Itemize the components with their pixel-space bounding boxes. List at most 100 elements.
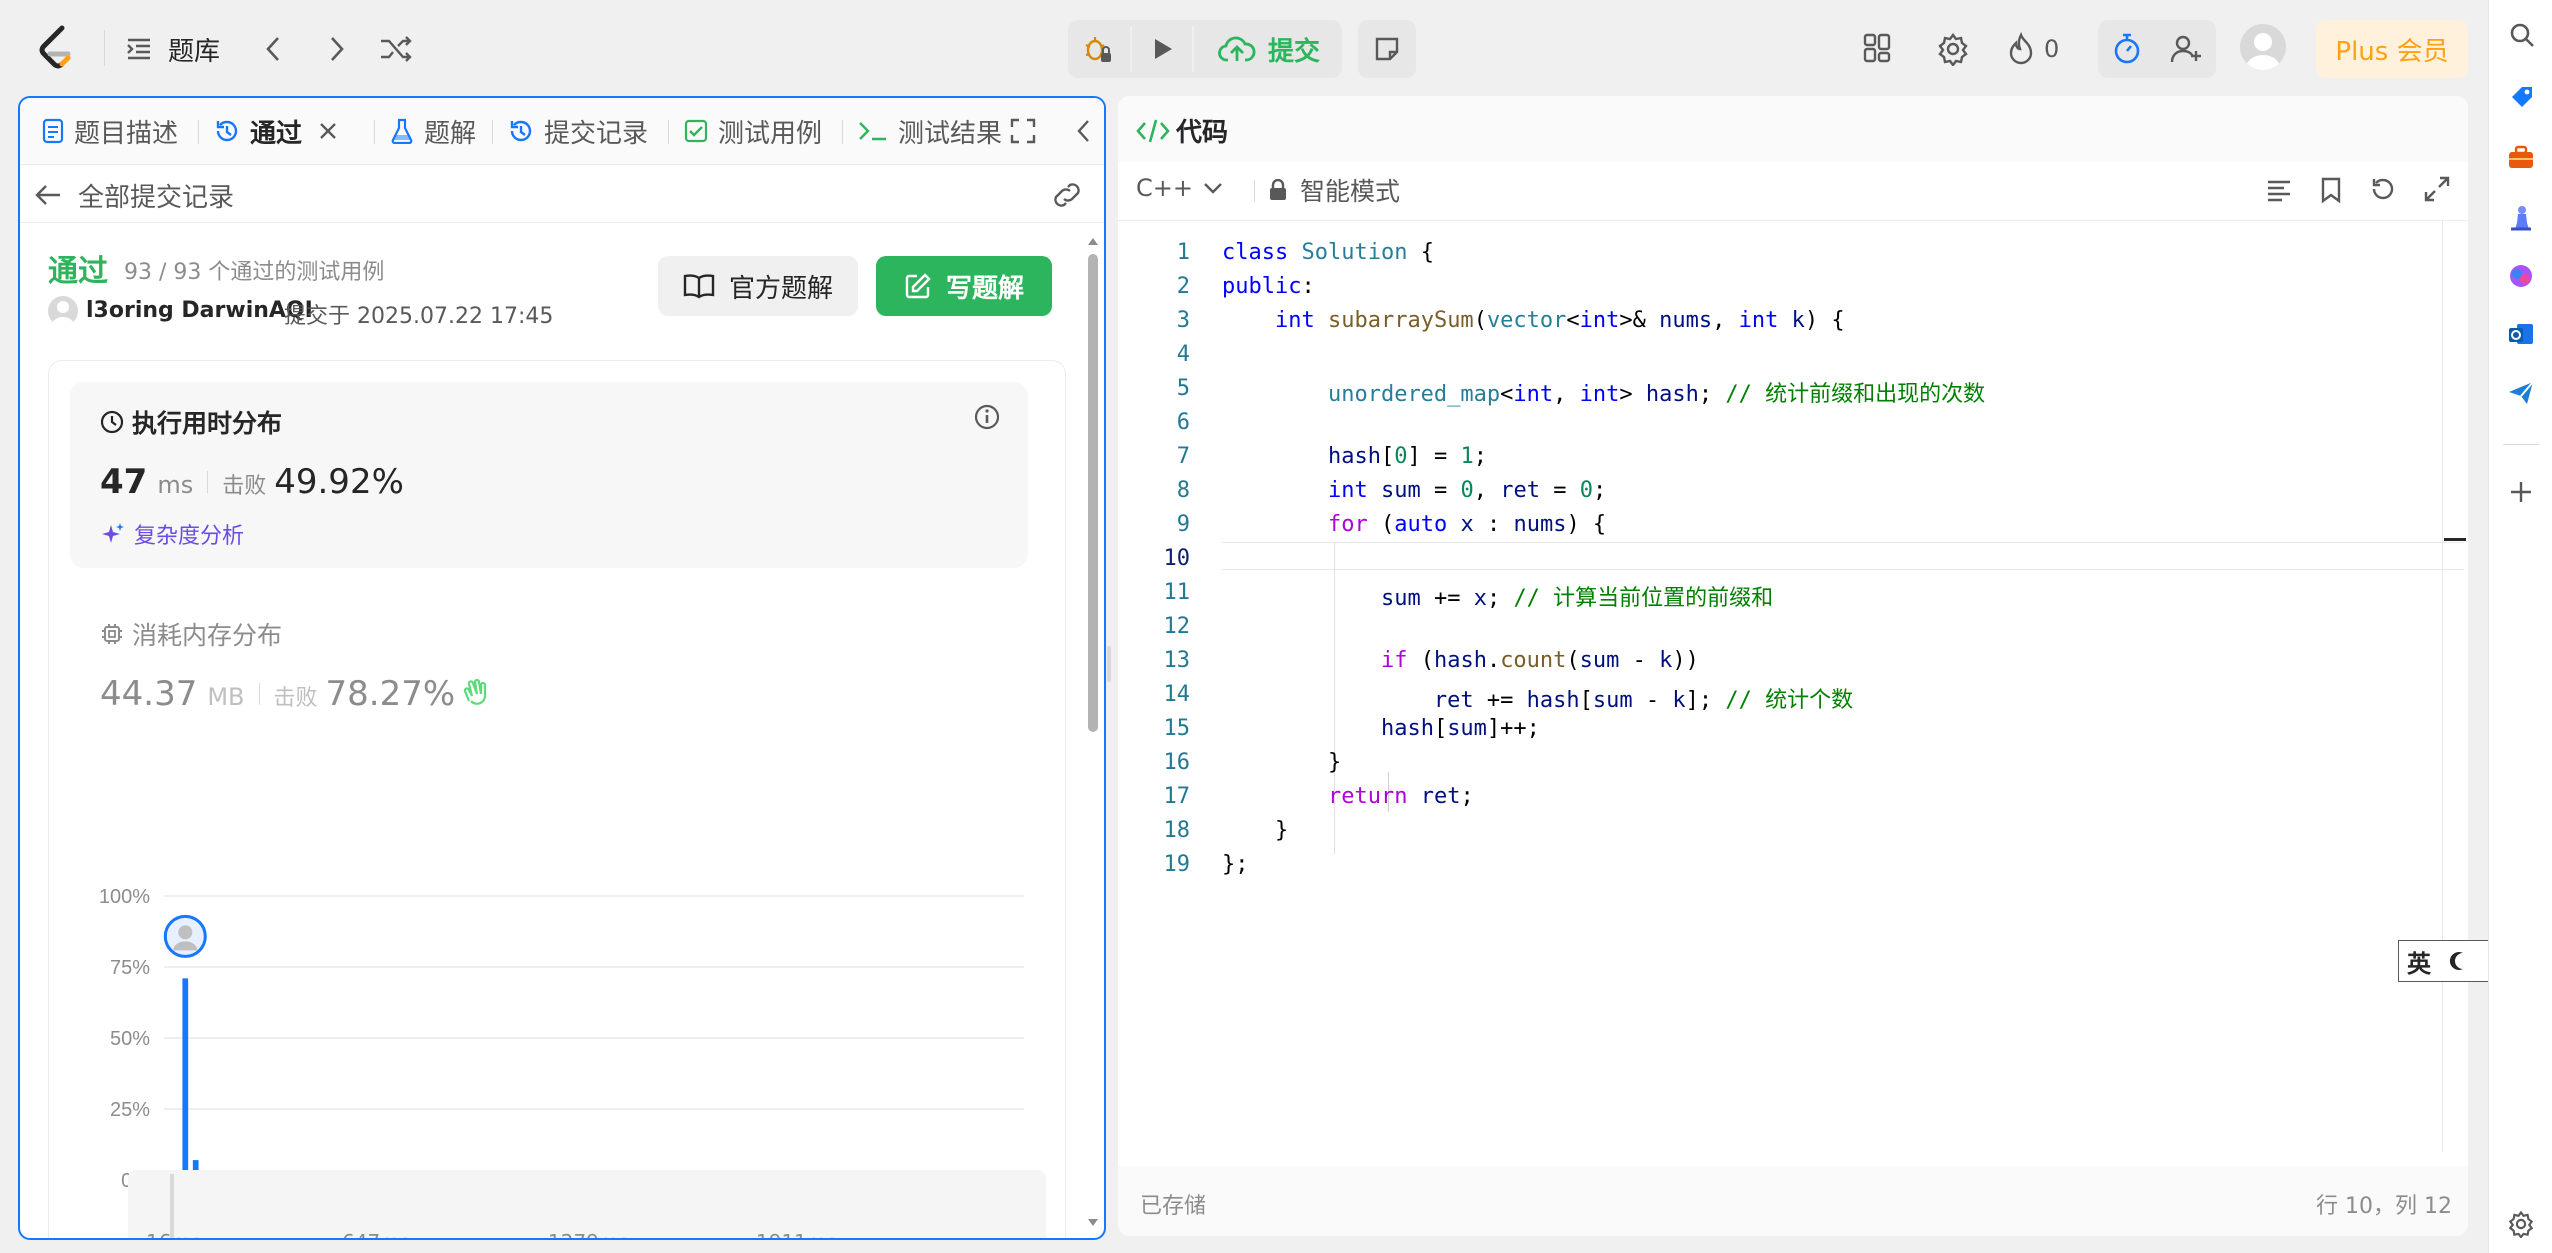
line-number: 9 [1176, 512, 1190, 537]
expand-icon[interactable] [2424, 176, 2450, 202]
runtime-title: 执行用时分布 [132, 409, 283, 438]
add-user-icon [2170, 33, 2204, 65]
chess-icon[interactable] [2507, 204, 2535, 232]
plus-icon[interactable] [2509, 480, 2533, 504]
scroll-up-icon[interactable] [1086, 234, 1100, 248]
y-tick-label: 75% [110, 957, 150, 979]
top-navigation: 题库 提交 0 Plus 会员 [0, 0, 2488, 98]
divider [842, 120, 843, 144]
code-comment: // 计算当前位置的前缀和 [1513, 586, 1774, 611]
play-icon [1148, 35, 1176, 63]
lock-icon [1268, 179, 1288, 201]
panel-tab-bar: 题目描述 通过 题解 提交记录 测试用例 测试结果 [20, 98, 1104, 165]
toolbox-icon[interactable] [2507, 144, 2535, 170]
smart-mode-label: 智能模式 [1300, 177, 1401, 206]
chevron-left-icon[interactable] [258, 32, 288, 66]
memory-header[interactable]: 消耗内存分布 [100, 616, 282, 652]
bookmark-icon[interactable] [2320, 176, 2342, 204]
format-icon[interactable] [2266, 178, 2292, 202]
divider [1118, 220, 2468, 221]
outlook-icon[interactable] [2507, 320, 2535, 348]
copilot-icon[interactable] [2507, 262, 2535, 290]
invite-button[interactable] [2158, 20, 2216, 78]
close-icon[interactable] [318, 121, 338, 141]
streak-button[interactable]: 0 [2006, 30, 2059, 68]
user-avatar[interactable] [48, 296, 78, 326]
ime-language[interactable]: 英 [2407, 944, 2431, 979]
tab-submissions[interactable]: 提交记录 [508, 98, 648, 164]
debug-button[interactable] [1068, 20, 1128, 78]
scrollbar-thumb[interactable] [1088, 254, 1098, 732]
tab-description[interactable]: 题目描述 [42, 98, 178, 164]
tag-icon[interactable] [2509, 84, 2535, 110]
smart-mode-toggle[interactable]: 智能模式 [1254, 172, 1400, 208]
link-icon[interactable] [1050, 180, 1084, 210]
back-label: 全部提交记录 [78, 182, 235, 213]
code-line: unordered_map<int, int> hash; // 统计前缀和出现… [1327, 382, 1986, 407]
leetcode-logo-icon[interactable] [36, 24, 76, 72]
panel-resizer[interactable] [1107, 646, 1111, 682]
shuffle-icon[interactable] [378, 32, 414, 66]
line-number: 1 [1176, 240, 1190, 265]
line-number: 3 [1176, 308, 1190, 333]
avatar[interactable] [2240, 24, 2286, 70]
divider [104, 30, 105, 66]
scrollbar-track[interactable] [1086, 234, 1100, 1230]
flask-icon [390, 118, 414, 144]
tab-test-results[interactable]: 测试结果 [858, 98, 1002, 164]
plus-membership-button[interactable]: Plus 会员 [2316, 20, 2468, 78]
write-solution-label: 写题解 [945, 273, 1024, 304]
line-number: 8 [1176, 478, 1190, 503]
code-line: for (auto x : nums) { [1327, 512, 1607, 537]
line-number: 15 [1163, 716, 1191, 741]
divider [374, 120, 375, 144]
submit-button[interactable]: 提交 [1196, 20, 1342, 78]
collapse-left-icon[interactable] [1074, 118, 1094, 144]
layout-grid-icon[interactable] [1862, 32, 1894, 64]
code-line: } [1222, 750, 1342, 775]
code-line: } [1222, 818, 1289, 843]
back-to-submissions[interactable]: 全部提交记录 [34, 172, 234, 218]
line-number: 16 [1163, 750, 1191, 775]
run-button[interactable] [1134, 20, 1190, 78]
complexity-analysis-link[interactable]: 复杂度分析 [100, 518, 244, 550]
info-icon[interactable] [974, 404, 1000, 430]
write-solution-button[interactable]: 写题解 [876, 256, 1052, 316]
gear-icon[interactable] [2507, 1210, 2535, 1238]
flame-icon [2006, 32, 2036, 66]
divider [668, 120, 669, 144]
divider [198, 120, 199, 144]
chevron-down-icon [1203, 181, 1223, 195]
line-number: 5 [1176, 376, 1190, 401]
chevron-right-icon[interactable] [322, 32, 352, 66]
send-icon[interactable] [2507, 380, 2535, 406]
divider [258, 683, 260, 705]
problem-list-label: 题库 [168, 36, 221, 67]
cursor-ruler-marker [2444, 538, 2466, 541]
line-number: 2 [1176, 274, 1190, 299]
notes-button[interactable] [1358, 20, 1416, 78]
username[interactable]: l3oring DarwinAQI [86, 298, 313, 323]
tab-description-label: 题目描述 [74, 118, 179, 149]
code-comment: // 统计前缀和出现的次数 [1725, 382, 1986, 407]
official-solution-button[interactable]: 官方题解 [658, 256, 858, 316]
reset-icon[interactable] [2370, 176, 2396, 202]
problem-list-button[interactable]: 题库 [124, 28, 220, 70]
saved-status: 已存储 [1140, 1194, 1207, 1219]
memory-unit: MB [207, 683, 245, 711]
code-line: return ret; [1327, 784, 1474, 809]
runtime-unit: ms [157, 471, 194, 499]
moon-icon[interactable] [2447, 950, 2469, 972]
language-select[interactable]: C++ [1136, 174, 1223, 202]
tab-accepted[interactable]: 通过 [214, 98, 348, 164]
book-icon [683, 273, 715, 299]
tab-testcases[interactable]: 测试用例 [684, 98, 822, 164]
scroll-down-icon[interactable] [1086, 1216, 1100, 1230]
tab-solutions[interactable]: 题解 [390, 98, 476, 164]
timer-button[interactable] [2098, 20, 2156, 78]
tab-accepted-label: 通过 [250, 118, 303, 149]
gear-icon[interactable] [1936, 32, 1970, 66]
maximize-icon[interactable] [1010, 118, 1036, 144]
editor-scrollbar[interactable] [2442, 220, 2443, 1152]
search-icon[interactable] [2509, 22, 2535, 48]
